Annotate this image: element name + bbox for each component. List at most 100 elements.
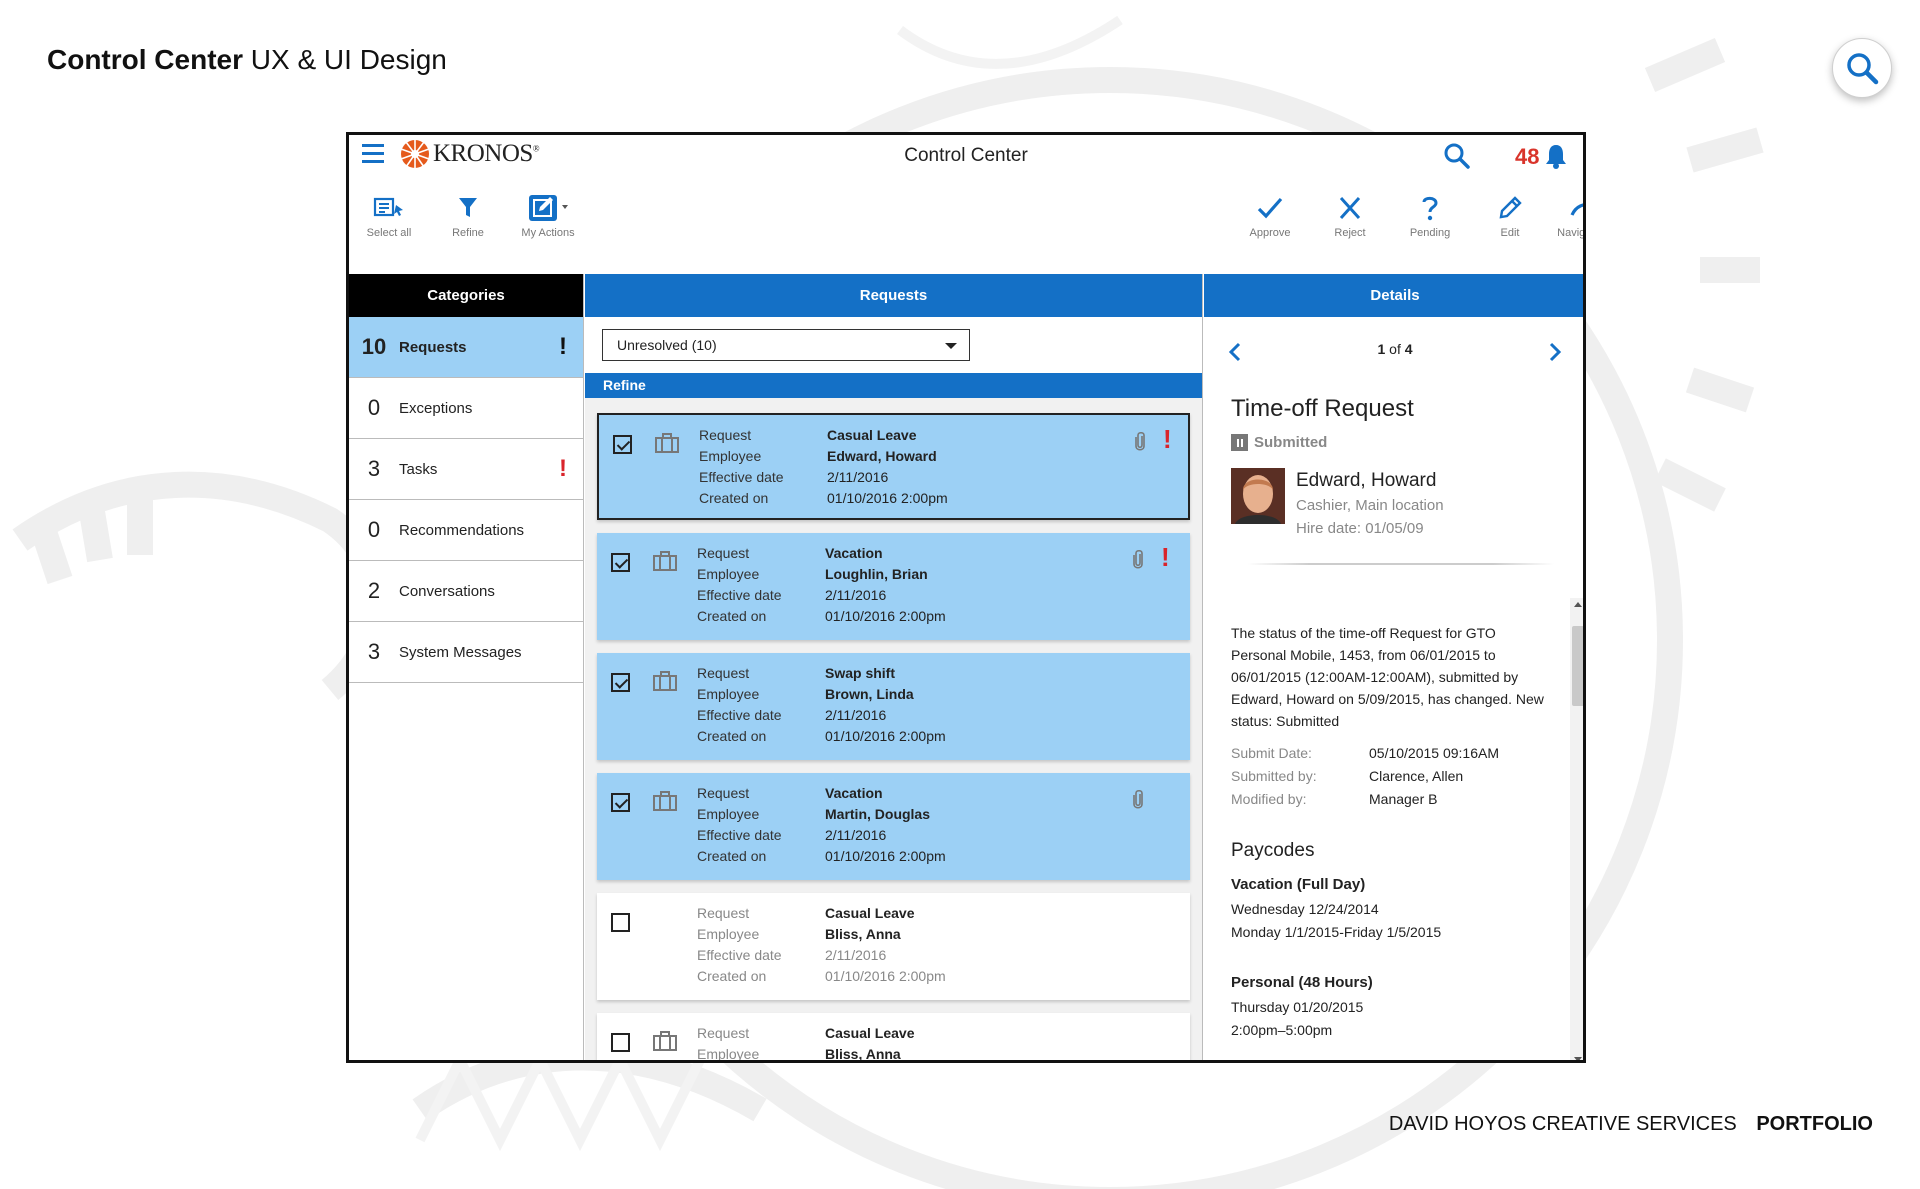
modified-by: Manager B <box>1369 791 1438 807</box>
details-title: Time-off Request <box>1231 395 1414 422</box>
category-count: 0 <box>367 395 381 420</box>
portfolio-footer: DAVID HOYOS CREATIVE SERVICES PORTFOLIO <box>1389 1113 1873 1136</box>
request-card[interactable]: Request Employee Casual Leave Bliss, Anna <box>597 1013 1190 1062</box>
portfolio-title-bold: Control Center <box>47 44 243 75</box>
requests-heading: Requests <box>585 274 1202 317</box>
request-type: Casual Leave <box>825 905 915 921</box>
check-icon <box>1257 197 1283 219</box>
footer-studio: DAVID HOYOS CREATIVE SERVICES <box>1388 1113 1737 1135</box>
request-checkbox[interactable] <box>611 793 630 812</box>
request-type: Casual Leave <box>825 1025 915 1041</box>
select-all-icon <box>373 197 403 217</box>
select-all-button[interactable]: Select all <box>354 193 424 239</box>
navigate-to-button[interactable]: Navigate to <box>1545 193 1583 239</box>
scrollbar-thumb[interactable] <box>1572 626 1583 706</box>
category-label: Requests <box>399 338 467 356</box>
request-field-labels: Request Employee Effective date Created on <box>697 665 782 744</box>
refine-button[interactable]: Refine <box>433 193 503 239</box>
edit-button[interactable]: Edit <box>1475 193 1545 239</box>
paperclip-icon <box>1133 789 1143 809</box>
request-effective-date: 2/11/2016 <box>827 469 889 485</box>
request-field-labels: Request Employee Effective date Created on <box>697 905 782 984</box>
paperclip-icon <box>1135 431 1145 451</box>
request-effective-date: 2/11/2016 <box>825 947 887 963</box>
my-actions-icon <box>529 195 568 221</box>
scroll-down-icon[interactable] <box>1574 1057 1582 1060</box>
my-actions-button[interactable]: My Actions <box>513 193 583 239</box>
pause-icon <box>1231 434 1248 451</box>
category-system-messages[interactable]: 3 System Messages <box>349 622 583 683</box>
request-field-values: Casual Leave Bliss, Anna 2/11/2016 01/10… <box>825 903 946 987</box>
reject-button[interactable]: Reject <box>1315 193 1385 239</box>
alert-icon: ! <box>1161 542 1170 572</box>
request-type: Swap shift <box>825 665 896 681</box>
request-card[interactable]: Request Employee Effective date Created on … <box>597 653 1190 760</box>
request-field-labels: Request Employee Effective date Created on <box>697 545 782 624</box>
request-checkbox[interactable] <box>611 673 630 692</box>
app-title: Control Center <box>904 145 1028 166</box>
request-employee: Bliss, Anna <box>825 1046 901 1062</box>
details-scrollbar[interactable] <box>1570 598 1583 1060</box>
request-employee: Loughlin, Brian <box>825 566 928 582</box>
request-created-on: 01/10/2016 2:00pm <box>827 490 948 506</box>
request-checkbox[interactable] <box>611 553 630 572</box>
pending-button[interactable]: Pending <box>1395 193 1465 239</box>
request-field-labels: Request Employee Effective date Created on <box>699 427 784 506</box>
request-field-labels: Request Employee Effective date Created on <box>697 785 782 864</box>
category-conversations[interactable]: 2 Conversations <box>349 561 583 622</box>
category-recommendations[interactable]: 0 Recommendations <box>349 500 583 561</box>
request-effective-date: 2/11/2016 <box>825 587 887 603</box>
alert-icon: ! <box>559 455 567 482</box>
search-icon <box>1847 53 1879 85</box>
notification-count[interactable]: 48 <box>1515 144 1539 170</box>
request-effective-date: 2/11/2016 <box>825 827 887 843</box>
submitted-by: Clarence, Allen <box>1369 768 1464 784</box>
request-meta: Submit Date: 05/10/2015 09:16AM Submitted… <box>1231 742 1499 811</box>
request-field-values: Vacation Martin, Douglas 2/11/2016 01/10… <box>825 783 946 867</box>
control-center-app: KRONOS® Control Center 48 Select all Ref… <box>346 132 1586 1063</box>
request-card[interactable]: Request Employee Effective date Created on … <box>597 773 1190 880</box>
requests-panel: Requests Unresolved (10) Refine Request E… <box>585 274 1203 1062</box>
resolution-filter-select[interactable]: Unresolved (10) <box>602 329 970 361</box>
request-card[interactable]: Request Employee Effective date Created on … <box>597 413 1190 520</box>
category-tasks[interactable]: 3 Tasks ! <box>349 439 583 500</box>
status-message: The status of the time-off Request for G… <box>1231 625 1544 729</box>
toolbar: Select all Refine My Actions Approve Rej… <box>349 193 1583 263</box>
portfolio-title: Control Center UX & UI Design <box>47 44 447 76</box>
approve-button[interactable]: Approve <box>1235 193 1305 239</box>
filter-icon <box>459 198 477 217</box>
request-created-on: 01/10/2016 2:00pm <box>825 608 946 624</box>
bell-icon[interactable] <box>1545 143 1567 169</box>
briefcase-icon <box>653 671 677 691</box>
category-exceptions[interactable]: 0 Exceptions <box>349 378 583 439</box>
divider <box>1248 563 1554 565</box>
refine-bar[interactable]: Refine <box>585 373 1202 398</box>
request-card[interactable]: Request Employee Effective date Created on … <box>597 533 1190 640</box>
x-icon <box>1339 196 1361 220</box>
request-card[interactable]: Request Employee Effective date Created on … <box>597 893 1190 1000</box>
category-label: Recommendations <box>399 521 525 539</box>
request-type: Vacation <box>825 785 883 801</box>
chevron-right-icon[interactable] <box>1548 342 1562 362</box>
footer-portfolio: PORTFOLIO <box>1756 1113 1873 1135</box>
search-icon[interactable] <box>1443 142 1471 170</box>
submit-date: 05/10/2015 09:16AM <box>1369 745 1499 761</box>
request-field-labels: Request Employee <box>697 1025 760 1062</box>
chevron-down-icon <box>945 343 957 349</box>
request-checkbox[interactable] <box>611 913 630 932</box>
category-requests[interactable]: 10 Requests ! <box>349 317 583 378</box>
request-created-on: 01/10/2016 2:00pm <box>825 728 946 744</box>
paycodes-title: Paycodes <box>1231 840 1315 861</box>
details-heading: Details <box>1204 274 1583 317</box>
request-checkbox[interactable] <box>613 435 632 454</box>
paperclip-icon <box>1133 549 1143 569</box>
portfolio-search-button[interactable] <box>1832 38 1892 98</box>
employee-role: Cashier, Main location <box>1296 497 1444 514</box>
request-effective-date: 2/11/2016 <box>825 707 887 723</box>
scroll-up-icon[interactable] <box>1574 602 1582 607</box>
alert-icon: ! <box>1163 424 1172 454</box>
request-checkbox[interactable] <box>611 1033 630 1052</box>
categories-heading: Categories <box>349 274 583 317</box>
navigate-arrow-icon <box>1570 203 1583 216</box>
briefcase-icon <box>653 791 677 811</box>
